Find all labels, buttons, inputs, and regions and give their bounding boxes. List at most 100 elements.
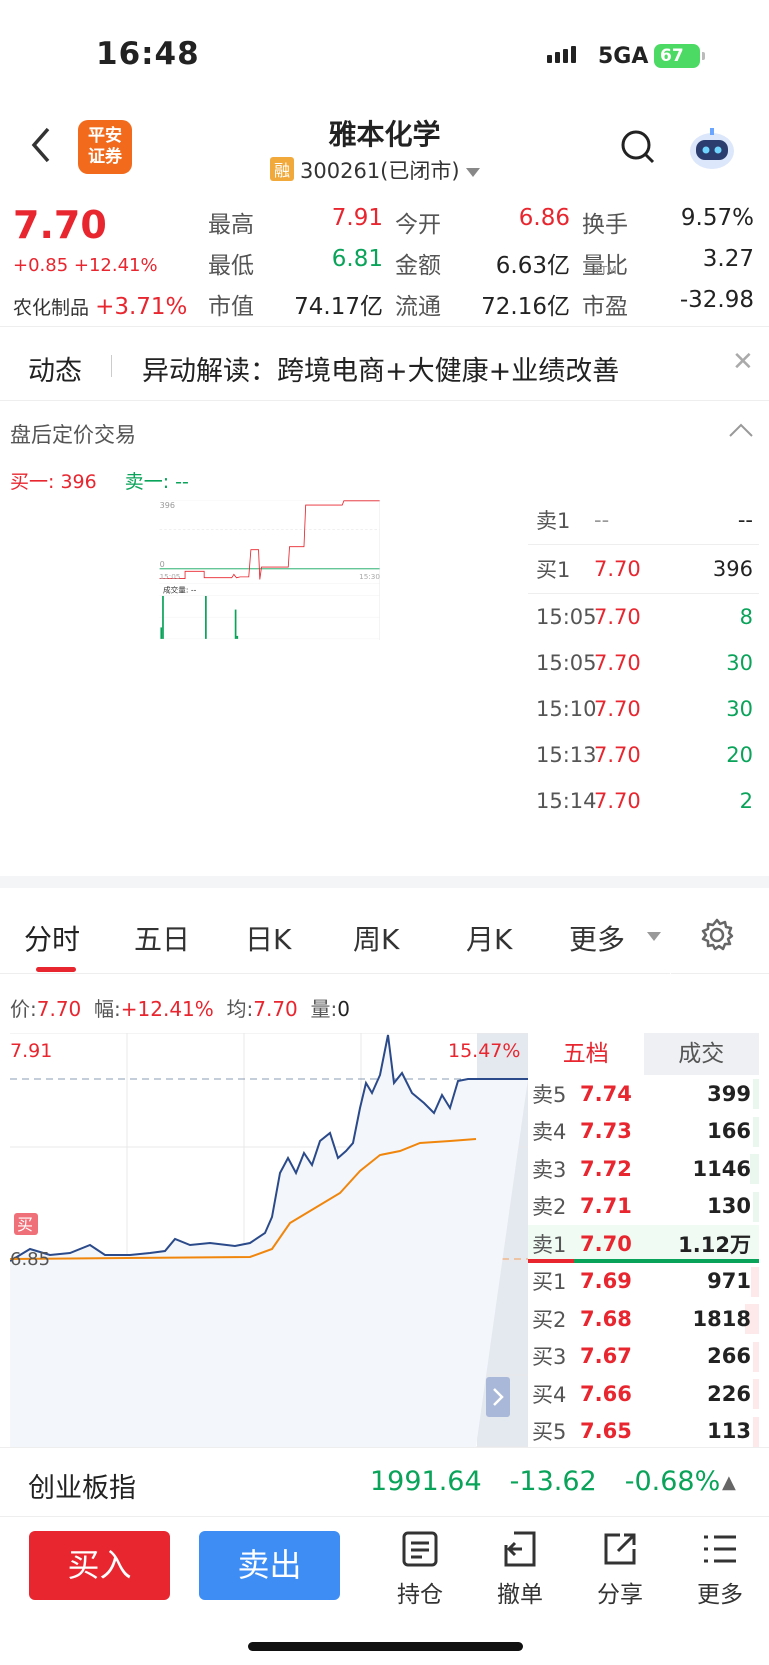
quote-value: 9.57% (680, 205, 754, 231)
level-price: 7.71 (580, 1194, 632, 1219)
stock-code: 300261(已闭市) (300, 159, 460, 183)
tab-1[interactable]: 五日 (134, 918, 190, 958)
volume-bar (234, 609, 237, 639)
after-hours-sell1: 卖一: -- (124, 471, 189, 493)
caret-up-icon[interactable]: ▲ (722, 1472, 736, 1493)
holdings-label: 持仓 (397, 1582, 443, 1608)
trade-row: 15:05 7.70 30 (528, 640, 759, 686)
settings-button[interactable] (700, 918, 734, 956)
after-hours-price-line (159, 500, 380, 580)
quote-row: 市值 74.17亿 流通 72.16亿 市盈 -32.98 (208, 287, 758, 321)
cancel-order-button[interactable]: 撤单 (480, 1529, 560, 1609)
divider (670, 888, 671, 974)
cancel-order-label: 撤单 (497, 1582, 543, 1608)
quote-value: 72.16亿 (481, 294, 570, 320)
level-label: 买1 (532, 1270, 567, 1295)
after-hours-title: 盘后定价交易 (10, 423, 136, 447)
sector-change: +3.71% (95, 294, 188, 320)
level-volume: 1.12万 (678, 1232, 751, 1257)
quote-value: 6.63亿 (495, 253, 570, 279)
gear-icon (701, 918, 734, 951)
level-volume: 1818 (692, 1306, 751, 1331)
order-book-row: 买3 7.67 266 (528, 1338, 759, 1376)
index-change: -13.62 (509, 1466, 597, 1497)
undo-icon (504, 1531, 536, 1567)
share-icon (604, 1533, 636, 1565)
intraday-chart[interactable]: 7.91 15.47% 6.85 买 (10, 1033, 528, 1447)
quote-value: 6.81 (331, 246, 383, 272)
trade-time: 15:05 (536, 651, 597, 675)
info-price-label: 价: (10, 997, 37, 1021)
quote-label: 最高 (208, 212, 254, 238)
caret-down-icon (466, 168, 481, 177)
buy-button[interactable]: 买入 (29, 1531, 170, 1600)
holdings-button[interactable]: 持仓 (380, 1529, 460, 1609)
quote-value: -32.98 (679, 287, 754, 313)
status-bar: 16:48 5GA 67 (0, 0, 769, 110)
chart-info-line: 价:7.70 幅:+12.41% 均:7.70 量:0 (10, 993, 350, 1022)
stock-code-selector[interactable]: 融 300261(已闭市) (270, 155, 481, 185)
expand-button (486, 1377, 510, 1417)
share-label: 分享 (597, 1582, 643, 1608)
level-label: 卖5 (532, 1082, 567, 1107)
level-volume: 266 (707, 1344, 751, 1369)
volume-bar (205, 595, 207, 639)
close-icon[interactable]: ✕ (732, 347, 754, 377)
robot-icon (690, 128, 734, 169)
search-button[interactable] (620, 129, 656, 169)
bottom-toolbar: 买入 卖出 持仓 撤单 分享 更多 (0, 1517, 769, 1665)
volume-bar (160, 627, 163, 639)
trade-row: 15:13 7.70 20 (528, 732, 759, 778)
news-banner[interactable]: 动态 异动解读：跨境电商+大健康+业绩改善 ✕ (0, 326, 769, 401)
level-price: 7.72 (580, 1156, 632, 1181)
index-value: 1991.64 (370, 1466, 482, 1497)
order-book-row: 卖3 7.72 1146 (528, 1150, 759, 1188)
tab-five-level[interactable]: 五档 (528, 1033, 644, 1075)
trade-time: 15:14 (536, 789, 597, 813)
book-label: 卖1 (536, 509, 571, 533)
quote-value: 74.17亿 (294, 294, 383, 320)
more-button[interactable]: 更多 (680, 1529, 760, 1609)
quote-label: 最低 (208, 253, 254, 279)
level-price: 7.70 (580, 1231, 632, 1256)
tab-4[interactable]: 月K (466, 918, 512, 958)
quote-label: 换手 (582, 212, 628, 238)
chevron-up-icon[interactable] (728, 419, 754, 443)
index-name: 创业板指 (28, 1473, 136, 1504)
after-hours-buy1: 买一: 396 (10, 471, 97, 493)
assistant-robot-button[interactable] (688, 127, 736, 175)
tab-3[interactable]: 周K (353, 918, 399, 958)
tab-trades[interactable]: 成交 (643, 1033, 759, 1075)
index-ticker[interactable]: 创业板指 1991.64 -13.62 -0.68% ▲ (0, 1447, 769, 1517)
sector-info[interactable]: 农化制品 +3.71% (13, 293, 187, 320)
level-label: 买5 (532, 1420, 567, 1445)
book-price: -- (594, 508, 610, 532)
level-price: 7.66 (580, 1381, 632, 1406)
tab-2[interactable]: 日K (245, 918, 291, 958)
order-book-row: 卖1 7.70 1.12万 (528, 1225, 759, 1263)
order-book: 五档 成交 卖5 7.74 399 卖4 7.73 166 卖3 7.72 1146 卖2 7.71 1… (528, 1033, 759, 1447)
sell-button[interactable]: 卖出 (199, 1531, 340, 1600)
info-range: +12.41% (120, 997, 214, 1021)
level-price: 7.67 (580, 1344, 632, 1369)
level-volume: 226 (707, 1381, 751, 1406)
chart-tabs: 分时 五日 日K 周K 月K 更多 (0, 888, 769, 974)
level-volume: 166 (707, 1119, 751, 1144)
book-label: 买1 (536, 558, 571, 582)
tab-5[interactable]: 更多 (569, 918, 625, 958)
trade-row: 15:10 7.70 30 (528, 686, 759, 732)
trade-volume: 2 (739, 789, 753, 813)
document-icon (402, 1531, 438, 1567)
after-hours-panel: 盘后定价交易 买一: 396 卖一: -- 396 0 15:05 15:30 成交量: … (0, 401, 769, 876)
order-book-row: 买1 7.69 971 (528, 1263, 759, 1301)
margin-badge: 融 (270, 157, 295, 181)
tab-0[interactable]: 分时 (24, 918, 80, 958)
trade-price: 7.70 (594, 651, 641, 675)
trade-price: 7.70 (594, 789, 641, 813)
after-hours-book-row: 卖1 -- -- (528, 496, 759, 545)
more-label: 更多 (697, 1582, 743, 1608)
trade-time: 15:05 (536, 605, 597, 629)
share-button[interactable]: 分享 (580, 1529, 660, 1609)
after-hours-table: 卖1 -- -- 买1 7.70 396 15:05 7.70 8 15:05 7.70 30 15:1… (528, 496, 759, 824)
trade-price: 7.70 (594, 697, 641, 721)
